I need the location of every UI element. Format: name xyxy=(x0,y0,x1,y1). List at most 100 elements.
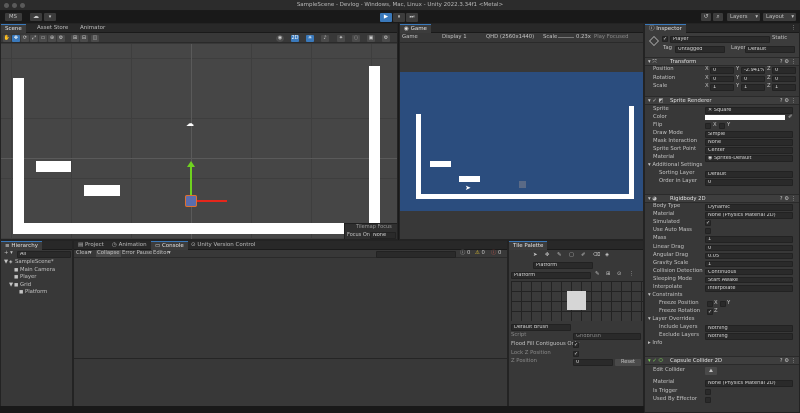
foldout-arrow-icon[interactable]: ▼ xyxy=(9,282,13,289)
move-gizmo-x-arrow[interactable] xyxy=(197,200,227,202)
console-log-list[interactable] xyxy=(74,258,507,358)
layer-dropdown[interactable]: Default xyxy=(745,46,795,53)
scale-slider[interactable] xyxy=(558,37,574,38)
active-checkbox[interactable]: ✓ xyxy=(662,36,668,42)
transform-y-field[interactable]: 1 xyxy=(741,84,765,91)
rigidbody-field[interactable]: 0 xyxy=(705,244,793,251)
mask-dropdown[interactable]: None xyxy=(705,139,793,146)
transform-x-field[interactable]: 0 xyxy=(710,75,734,82)
rigidbody-header[interactable]: ▾ ◕ Rigidbody 2D ? ⚙ ⋮ xyxy=(645,194,799,203)
rotate-tool-button[interactable]: ⟳ xyxy=(21,34,29,42)
play-focused-dropdown[interactable]: Play Focused xyxy=(594,34,628,41)
freeze-pos-x-checkbox[interactable] xyxy=(707,301,713,307)
error-pause-button[interactable]: Error Pause xyxy=(122,250,152,257)
material-field[interactable]: ◉ Sprites-Default xyxy=(705,155,793,162)
focus-on-dropdown[interactable]: None xyxy=(370,232,396,239)
include-layers-dropdown[interactable]: Nothing xyxy=(705,325,793,332)
foldout-arrow-icon[interactable]: ▼ xyxy=(4,259,8,266)
pivot-button[interactable]: ◫ xyxy=(91,34,99,42)
camera-settings-icon[interactable]: ▣ xyxy=(367,34,375,42)
gizmo-orb-icon[interactable]: ◉ xyxy=(276,34,284,42)
player-sprite[interactable] xyxy=(185,195,197,207)
transform-y-field[interactable]: 0 xyxy=(741,75,765,82)
order-in-layer-field[interactable]: 0 xyxy=(705,179,793,186)
game-viewport[interactable]: ➤ xyxy=(400,72,643,211)
game-view-dropdown[interactable]: Game xyxy=(402,34,418,41)
z-position-field[interactable]: 0 xyxy=(573,359,613,366)
grid-toggle-icon[interactable]: ⊞ xyxy=(606,271,610,278)
rigidbody-field[interactable]: Continuous xyxy=(705,268,793,276)
tab-scene[interactable]: Scene xyxy=(1,24,26,33)
tab-animator[interactable]: Animator xyxy=(76,24,109,33)
hierarchy-search-input[interactable]: All xyxy=(17,251,71,258)
rigidbody-checkbox[interactable] xyxy=(705,228,711,235)
additional-settings-foldout[interactable]: ▾ Additional Settings xyxy=(648,162,702,169)
display-dropdown[interactable]: Display 1 xyxy=(442,34,467,41)
2d-toggle-button[interactable]: 2D xyxy=(291,34,299,42)
effects-dropdown[interactable]: ✦ xyxy=(337,34,345,42)
log-count-icon[interactable]: ⓘ 0 xyxy=(460,250,470,257)
tab-hierarchy[interactable]: ≡ Hierarchy xyxy=(1,241,42,250)
lock-z-checkbox[interactable]: ✓ xyxy=(573,351,579,357)
tab-console[interactable]: ▭ Console xyxy=(151,241,188,250)
eraser-tool-icon[interactable]: ⌫ xyxy=(593,252,601,259)
sprite-renderer-header[interactable]: ▾ ✓ ◩ Sprite Renderer ? ⚙ ⋮ xyxy=(645,96,799,105)
gizmos-dropdown[interactable]: ⚙ xyxy=(382,34,390,42)
panel-menu-icon[interactable]: ⋮ xyxy=(791,25,796,32)
square-tile[interactable] xyxy=(567,291,586,310)
sprite-field[interactable]: ✕ Square xyxy=(705,107,793,114)
is-trigger-checkbox[interactable] xyxy=(705,389,711,395)
custom-tool-button[interactable]: ⚙ xyxy=(57,34,65,42)
constraints-foldout[interactable]: ▾ Constraints xyxy=(648,292,683,299)
box-fill-tool-icon[interactable]: ▢ xyxy=(569,252,574,259)
flip-y-checkbox[interactable] xyxy=(719,123,725,129)
tab-inspector[interactable]: ⓘ Inspector xyxy=(645,24,686,33)
tab-animation[interactable]: ◷ Animation xyxy=(108,241,151,250)
account-dropdown[interactable]: MS xyxy=(5,13,22,21)
info-foldout[interactable]: ▸ Info xyxy=(648,340,662,347)
tab-tile-palette[interactable]: Tile Palette xyxy=(509,241,548,250)
snap-increment-button[interactable]: ⊟ xyxy=(80,34,88,42)
hand-tool-button[interactable]: ✋ xyxy=(3,34,11,42)
hierarchy-item[interactable]: ■ Player xyxy=(1,274,72,281)
name-field[interactable]: Player xyxy=(670,36,770,43)
tab-game[interactable]: ◉ Game xyxy=(400,24,431,33)
tab-project[interactable]: ▤ Project xyxy=(74,241,108,250)
transform-tool-button[interactable]: ⊕ xyxy=(48,34,56,42)
rigidbody-field[interactable]: Interpolate xyxy=(705,285,793,292)
tag-dropdown[interactable]: Untagged xyxy=(675,46,725,53)
pause-button[interactable]: ⏸ xyxy=(393,12,405,22)
resolution-dropdown[interactable]: QHD (2560x1440) xyxy=(486,34,534,41)
palette-dropdown[interactable]: Platform xyxy=(511,272,591,279)
component-menu-icon[interactable]: ? ⚙ ⋮ xyxy=(780,358,796,365)
collapse-button[interactable]: Collapse xyxy=(96,250,121,257)
tab-version-control[interactable]: ⊙ Unity Version Control xyxy=(187,241,259,250)
rigidbody-field[interactable]: 0.05 xyxy=(705,252,793,260)
warning-count-icon[interactable]: ⚠ 0 xyxy=(475,250,485,257)
paint-tool-icon[interactable]: ✎ xyxy=(557,252,561,259)
search-icon[interactable]: ⌕ xyxy=(713,13,723,21)
eyedropper-icon[interactable]: ✐ xyxy=(788,114,792,121)
collider-material-field[interactable]: None (Physics Material 2D) xyxy=(705,380,793,387)
hierarchy-item[interactable]: ▼ ◈ SampleScene* xyxy=(1,259,72,266)
scale-tool-button[interactable]: ⤢ xyxy=(30,34,38,42)
hierarchy-item[interactable]: ■ Platform xyxy=(1,289,72,296)
move-tile-tool-icon[interactable]: ✥ xyxy=(545,252,549,259)
transform-z-field[interactable]: 1 xyxy=(772,84,796,91)
rigidbody-field[interactable]: None (Physics Material 2D) xyxy=(705,212,793,219)
grid-snap-button[interactable]: ⊞ xyxy=(71,34,79,42)
undo-history-icon[interactable]: ↺ xyxy=(701,13,711,21)
transform-header[interactable]: ▾ ⤧ Transform ? ⚙ ⋮ xyxy=(645,57,799,66)
transform-y-field[interactable]: -2.941% xyxy=(741,67,765,74)
capsule-collider-header[interactable]: ▾ ✓ ⬭ Capsule Collider 2D ? ⚙ ⋮ xyxy=(645,356,799,365)
error-count-icon[interactable]: ⓘ 0 xyxy=(491,250,501,257)
play-button[interactable]: ▶ xyxy=(380,12,392,22)
transform-z-field[interactable]: 0 xyxy=(772,75,796,82)
fill-tool-icon[interactable]: ◈ xyxy=(605,252,609,259)
audio-toggle-icon[interactable]: ♪ xyxy=(321,34,329,42)
picker-tool-icon[interactable]: ✐ xyxy=(581,252,585,259)
used-by-effector-checkbox[interactable] xyxy=(705,397,711,403)
collab-icon[interactable]: ▾ xyxy=(44,13,56,21)
sorting-layer-dropdown[interactable]: Default xyxy=(705,171,793,178)
flip-x-checkbox[interactable] xyxy=(705,123,711,129)
